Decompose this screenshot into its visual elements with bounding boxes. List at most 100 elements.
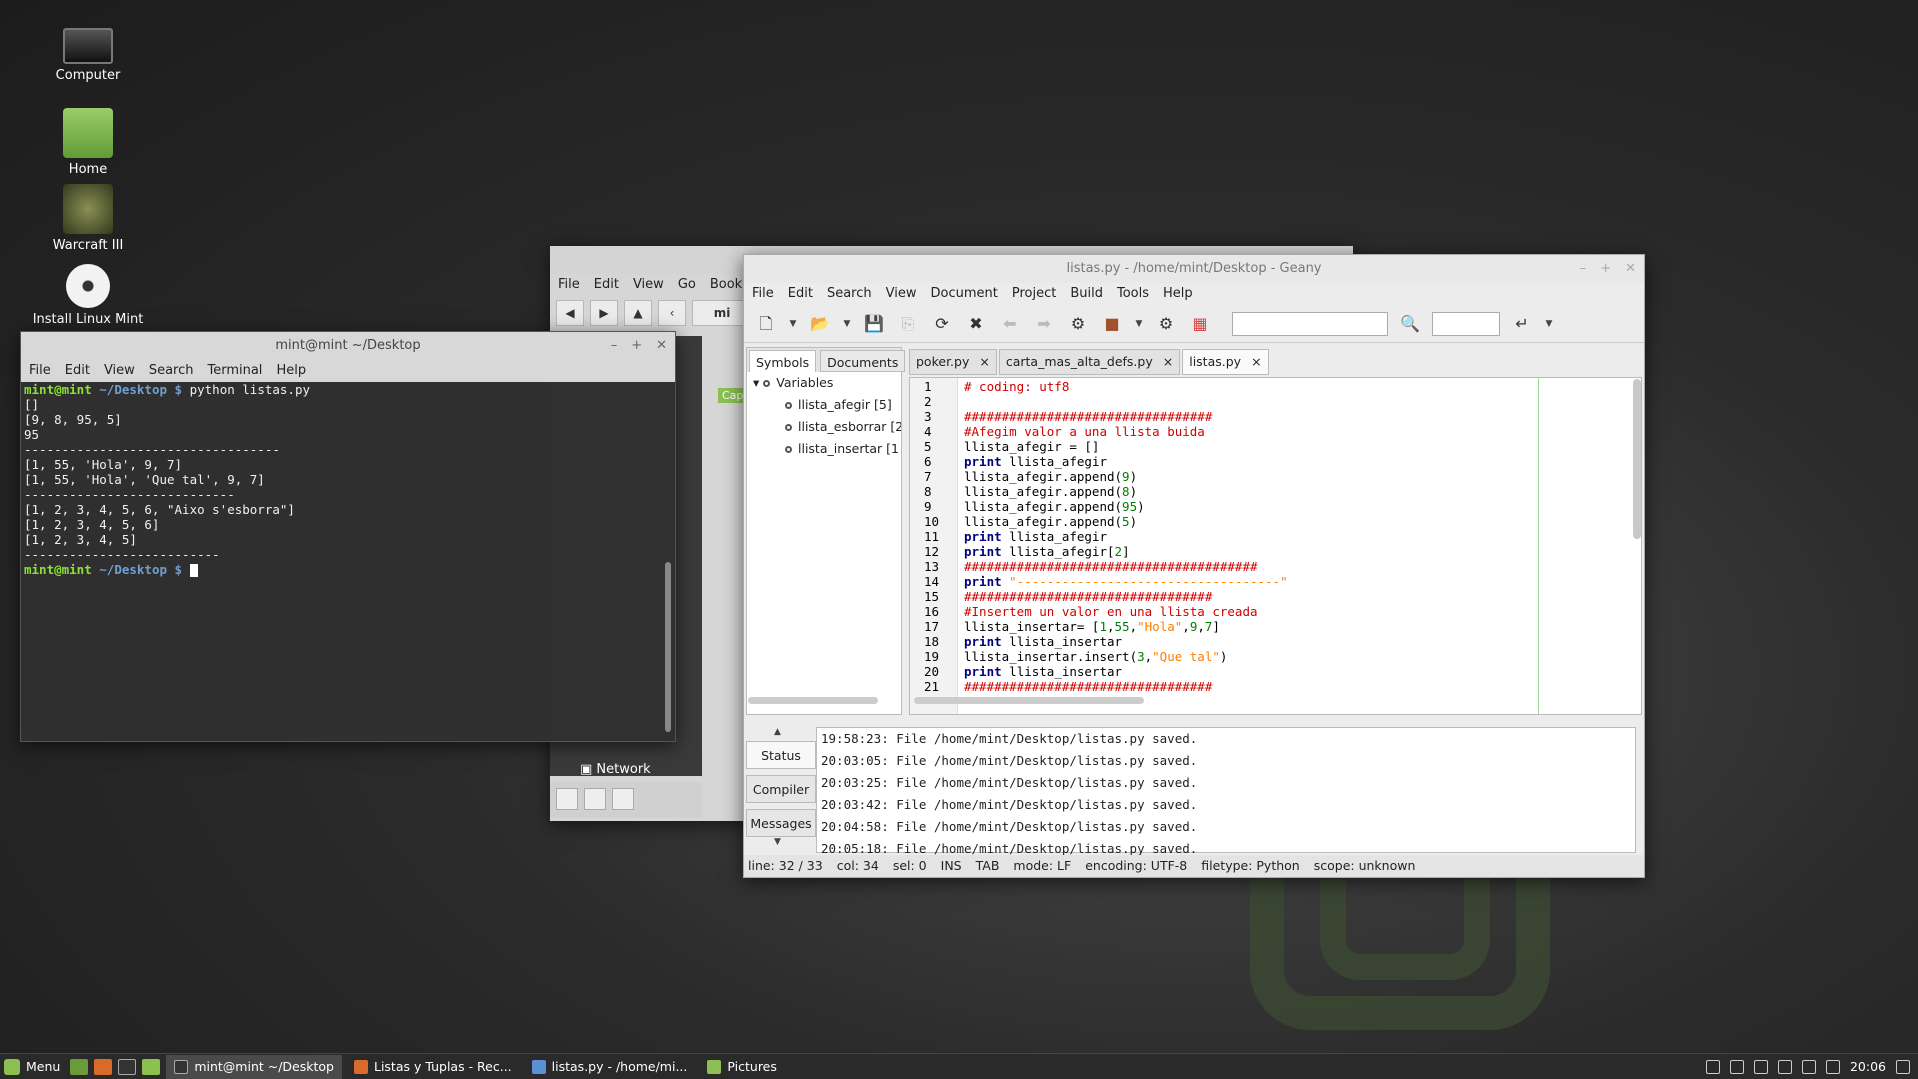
hide-sidebar-icon[interactable] (612, 788, 634, 810)
update-icon[interactable] (1729, 1059, 1744, 1074)
close-icon[interactable]: × (979, 350, 989, 374)
files-launcher-icon[interactable] (142, 1058, 161, 1075)
symbol-item[interactable]: llista_insertar [1 (747, 438, 901, 460)
terminal-titlebar[interactable]: mint@mint ~/Desktop – + ✕ (21, 332, 675, 360)
goto-line-icon[interactable]: ↵ (1510, 312, 1534, 336)
network-icon[interactable] (1753, 1059, 1768, 1074)
tab-symbols[interactable]: Symbols (749, 350, 817, 372)
compile-icon[interactable]: ⚙ (1066, 312, 1090, 336)
show-desktop-icon[interactable] (70, 1058, 89, 1075)
geany-window[interactable]: listas.py - /home/mint/Desktop - Geany –… (743, 254, 1645, 878)
close-file-icon[interactable]: ✖ (964, 312, 988, 336)
toggle-location-icon[interactable]: ‹ (658, 300, 686, 326)
close-icon[interactable]: × (1251, 350, 1261, 374)
sidebar-item-network[interactable]: ▣ Network (580, 762, 651, 777)
close-icon[interactable]: ✕ (1625, 255, 1636, 283)
doc-tab-carta[interactable]: carta_mas_alta_defs.py × (998, 349, 1181, 375)
menu-document[interactable]: Document (930, 283, 997, 305)
menu-view[interactable]: View (104, 360, 135, 382)
editor-vertical-scrollbar[interactable] (1633, 379, 1641, 539)
terminal-launcher-icon[interactable] (118, 1058, 137, 1075)
goto-line-input[interactable] (1432, 311, 1500, 336)
menu-file[interactable]: File (558, 274, 580, 296)
symbol-item[interactable]: llista_afegir [5] (747, 394, 901, 416)
show-desktop-icon[interactable] (1896, 1059, 1910, 1074)
menu-help[interactable]: Help (1163, 283, 1193, 305)
tab-status[interactable]: Status (746, 741, 816, 769)
menu-search[interactable]: Search (827, 283, 872, 305)
places-icon[interactable] (556, 788, 578, 810)
menu-button[interactable]: Menu (0, 1058, 70, 1075)
clock[interactable]: 20:06 (1850, 1059, 1886, 1074)
scroll-down-icon[interactable]: ▼ (774, 837, 781, 847)
task-pictures[interactable]: Pictures (699, 1055, 785, 1079)
close-icon[interactable]: ✕ (656, 332, 667, 360)
bluetooth-icon[interactable] (1777, 1059, 1792, 1074)
tree-icon[interactable] (584, 788, 606, 810)
search-icon[interactable]: 🔍 (1398, 312, 1422, 336)
menu-go[interactable]: Go (678, 274, 696, 296)
status-messages[interactable]: 19:58:23: File /home/mint/Desktop/listas… (816, 727, 1636, 856)
menu-search[interactable]: Search (149, 360, 194, 382)
desktop-icon-home[interactable]: Home (13, 108, 163, 177)
task-geany[interactable]: listas.py - /home/mi... (524, 1055, 696, 1079)
maximize-icon[interactable]: + (631, 332, 642, 360)
execute-gear-icon[interactable]: ⚙ (1154, 312, 1178, 336)
menu-build[interactable]: Build (1070, 283, 1103, 305)
chevron-down-icon[interactable]: ▼ (842, 312, 852, 336)
navigate-back-icon[interactable]: ⬅ (998, 312, 1022, 336)
menu-edit[interactable]: Edit (65, 360, 90, 382)
doc-tab-poker[interactable]: poker.py × (909, 349, 997, 375)
sidebar-horizontal-scrollbar[interactable] (748, 697, 878, 704)
tab-messages[interactable]: Messages (746, 809, 816, 837)
minimize-icon[interactable]: – (1580, 255, 1587, 283)
minimize-icon[interactable]: – (611, 332, 618, 360)
terminal-output[interactable]: mint@mint ~/Desktop $ python listas.py [… (21, 382, 675, 741)
menu-file[interactable]: File (752, 283, 774, 305)
battery-icon[interactable] (1825, 1059, 1840, 1074)
navigate-forward-icon[interactable]: ➡ (1032, 312, 1056, 336)
chevron-down-icon[interactable]: ▼ (1544, 312, 1554, 336)
desktop-icon-install-mint[interactable]: Install Linux Mint (13, 264, 163, 327)
scroll-up-icon[interactable]: ▲ (774, 727, 781, 737)
menu-edit[interactable]: Edit (594, 274, 619, 296)
build-icon[interactable]: ■ (1100, 312, 1124, 336)
chevron-down-icon[interactable]: ▼ (788, 312, 798, 336)
editor-horizontal-scrollbar[interactable] (914, 697, 1144, 704)
tab-documents[interactable]: Documents (820, 350, 906, 372)
back-icon[interactable]: ◀ (556, 300, 584, 326)
chevron-down-icon[interactable]: ▼ (1134, 312, 1144, 336)
tab-compiler[interactable]: Compiler (746, 775, 816, 803)
reload-icon[interactable]: ⟳ (930, 312, 954, 336)
up-icon[interactable]: ▲ (624, 300, 652, 326)
close-icon[interactable]: × (1163, 350, 1173, 374)
geany-titlebar[interactable]: listas.py - /home/mint/Desktop - Geany –… (744, 255, 1644, 283)
menu-project[interactable]: Project (1012, 283, 1056, 305)
terminal-scrollbar[interactable] (665, 562, 671, 732)
user-icon[interactable] (1705, 1059, 1720, 1074)
save-icon[interactable]: 💾 (862, 312, 886, 336)
menu-edit[interactable]: Edit (788, 283, 813, 305)
terminal-window[interactable]: mint@mint ~/Desktop – + ✕ File Edit View… (20, 331, 676, 742)
save-all-icon[interactable]: ⎘ (896, 312, 920, 336)
task-terminal[interactable]: mint@mint ~/Desktop (166, 1054, 342, 1079)
menu-view[interactable]: View (886, 283, 917, 305)
code-text[interactable]: # coding: utf8 #########################… (958, 378, 1641, 714)
code-area[interactable]: 1 2 3 4 5 6 7 8 9 10 11 12 13 14 15 16 17 18 19 20 21 # codi… (909, 377, 1642, 715)
forward-icon[interactable]: ▶ (590, 300, 618, 326)
maximize-icon[interactable]: + (1600, 255, 1611, 283)
desktop-icon-computer[interactable]: Computer (13, 22, 163, 83)
symbol-item[interactable]: llista_esborrar [2 (747, 416, 901, 438)
new-file-icon[interactable]: 🗋 (754, 312, 778, 336)
menu-tools[interactable]: Tools (1117, 283, 1149, 305)
firefox-icon[interactable] (94, 1058, 113, 1075)
menu-terminal[interactable]: Terminal (207, 360, 262, 382)
menu-help[interactable]: Help (276, 360, 306, 382)
task-browser[interactable]: Listas y Tuplas - Rec... (346, 1055, 520, 1079)
doc-tab-listas[interactable]: listas.py × (1182, 349, 1269, 375)
desktop-icon-warcraft[interactable]: Warcraft III (13, 184, 163, 253)
symbols-root-variables[interactable]: ▾ Variables (747, 372, 901, 394)
menu-view[interactable]: View (633, 274, 664, 296)
menu-file[interactable]: File (29, 360, 51, 382)
color-chooser-icon[interactable]: ▦ (1188, 312, 1212, 336)
